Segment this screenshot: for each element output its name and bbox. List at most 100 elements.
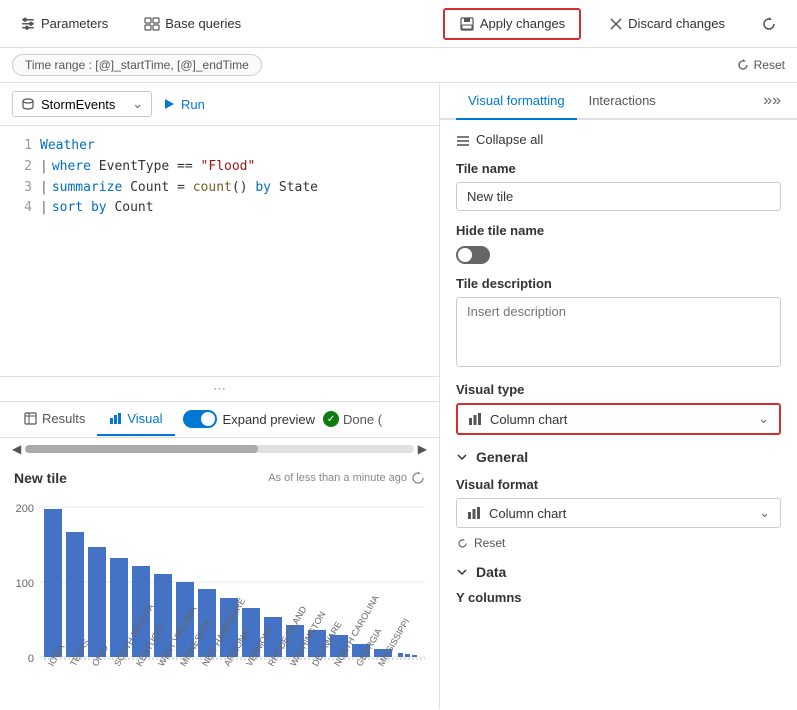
scrollbar-thumb [25, 445, 258, 453]
tab-results[interactable]: Results [12, 403, 97, 436]
chevron-down-icon [456, 451, 468, 463]
collapse-all-button[interactable]: Collapse all [456, 132, 781, 147]
tab-visual[interactable]: Visual [97, 403, 174, 436]
run-label: Run [181, 97, 205, 112]
discard-changes-label: Discard changes [628, 16, 725, 31]
timestamp-text: As of less than a minute ago [268, 472, 407, 484]
code-editor[interactable]: 1 Weather 2 |where EventType == "Flood" … [0, 126, 439, 376]
visual-type-label: Visual type [456, 382, 781, 397]
base-queries-icon [144, 16, 160, 32]
query-header: StormEvents ⌄ Run [0, 83, 439, 126]
expand-preview-toggle[interactable]: Expand preview [183, 410, 316, 428]
scroll-bar-area: ◀ ▶ [0, 438, 439, 460]
visual-type-select[interactable]: Column chart ⌄ [456, 403, 781, 435]
run-button[interactable]: Run [162, 97, 205, 112]
close-icon [609, 17, 623, 31]
expand-panel-button[interactable]: »» [763, 92, 781, 110]
scroll-right-arrow[interactable]: ▶ [414, 440, 431, 458]
collapse-icon [456, 133, 470, 147]
time-range-bar: Time range : [@]_startTime, [@]_endTime … [0, 48, 797, 83]
scroll-left-arrow[interactable]: ◀ [8, 440, 25, 458]
visual-format-chevron-icon: ⌄ [759, 505, 770, 521]
reset-button[interactable]: Reset [736, 58, 785, 72]
general-section-label: General [476, 449, 528, 465]
database-name: StormEvents [41, 97, 115, 112]
refresh-chart-icon[interactable] [411, 471, 425, 485]
left-panel: StormEvents ⌄ Run 1 Weather 2 |where Eve… [0, 83, 440, 709]
apply-changes-button[interactable]: Apply changes [443, 8, 581, 40]
visual-formatting-label: Visual formatting [468, 93, 565, 108]
toolbar: Parameters Base queries Apply changes Di… [0, 0, 797, 48]
results-icon [24, 412, 37, 425]
interactions-label: Interactions [589, 93, 656, 108]
apply-changes-label: Apply changes [480, 16, 565, 31]
base-queries-label: Base queries [165, 16, 241, 31]
tab-visual-formatting[interactable]: Visual formatting [456, 83, 577, 120]
save-icon [459, 16, 475, 32]
tabs-bar: Results Visual Expand preview ✓ [0, 402, 439, 438]
hide-tile-toggle-row [456, 246, 781, 264]
code-line-2: 2 |where EventType == "Flood" [12, 157, 427, 178]
main-layout: StormEvents ⌄ Run 1 Weather 2 |where Eve… [0, 83, 797, 709]
tab-results-label: Results [42, 411, 85, 426]
hide-tile-toggle[interactable] [456, 246, 490, 264]
time-range-value: [@]_startTime, [@]_endTime [95, 58, 249, 72]
parameters-button[interactable]: Parameters [12, 12, 116, 36]
tab-visual-label: Visual [127, 411, 162, 426]
visual-format-icon [467, 506, 481, 520]
drag-handle[interactable]: ⋯ [0, 376, 439, 402]
chart-timestamp: As of less than a minute ago [268, 471, 425, 485]
horizontal-scrollbar[interactable] [25, 445, 414, 453]
collapse-all-label: Collapse all [476, 132, 543, 147]
svg-text:0: 0 [28, 653, 34, 665]
chart-svg-container: 200 100 0 [14, 492, 425, 710]
reset-label: Reset [754, 58, 785, 72]
parameters-icon [20, 16, 36, 32]
tile-name-label: Tile name [456, 161, 781, 176]
reset-small-label: Reset [474, 536, 505, 550]
discard-changes-button[interactable]: Discard changes [601, 10, 733, 37]
tile-name-input[interactable] [456, 182, 781, 211]
code-line-1: 1 Weather [12, 136, 427, 157]
time-range-pill[interactable]: Time range : [@]_startTime, [@]_endTime [12, 54, 262, 76]
visual-format-value: Column chart [489, 506, 566, 521]
right-content: Collapse all Tile name Hide tile name Ti… [440, 120, 797, 709]
svg-text:100: 100 [16, 578, 34, 590]
chart-title: New tile [14, 470, 67, 486]
refresh-button[interactable] [753, 12, 785, 36]
tab-interactions[interactable]: Interactions [577, 83, 668, 120]
base-queries-button[interactable]: Base queries [136, 12, 249, 36]
done-badge: ✓ Done ( [323, 411, 382, 427]
visual-type-chevron-icon: ⌄ [758, 411, 769, 427]
right-tabs: Visual formatting Interactions »» [440, 83, 797, 120]
right-panel: Visual formatting Interactions »» Collap… [440, 83, 797, 709]
done-label: Done ( [343, 412, 382, 427]
refresh-icon [761, 16, 777, 32]
data-section-label: Data [476, 564, 506, 580]
y-columns-label: Y columns [456, 590, 781, 605]
toggle-thumb-hide [458, 248, 472, 262]
database-selector[interactable]: StormEvents ⌄ [12, 91, 152, 117]
data-chevron-down-icon [456, 566, 468, 578]
done-icon: ✓ [323, 411, 339, 427]
code-line-4: 4 |sort by Count [12, 198, 427, 219]
run-icon [162, 97, 176, 111]
chart-area: New tile As of less than a minute ago 20… [0, 460, 439, 710]
column-chart-svg: 200 100 0 [14, 492, 425, 710]
data-section-header[interactable]: Data [456, 564, 781, 580]
hide-tile-name-label: Hide tile name [456, 223, 781, 238]
chevron-down-icon: ⌄ [132, 96, 143, 112]
toggle-thumb [201, 412, 215, 426]
parameters-label: Parameters [41, 16, 108, 31]
visual-icon [109, 412, 122, 425]
general-section-header[interactable]: General [456, 449, 781, 465]
tile-description-input[interactable] [456, 297, 781, 367]
time-range-label: Time range : [25, 58, 92, 72]
svg-text:200: 200 [16, 503, 34, 515]
visual-format-select[interactable]: Column chart ⌄ [456, 498, 781, 528]
reset-small-button[interactable]: Reset [456, 536, 781, 550]
chart-title-row: New tile As of less than a minute ago [14, 470, 425, 486]
toggle-switch[interactable] [183, 410, 217, 428]
visual-format-label: Visual format [456, 477, 781, 492]
expand-preview-label: Expand preview [223, 412, 316, 427]
